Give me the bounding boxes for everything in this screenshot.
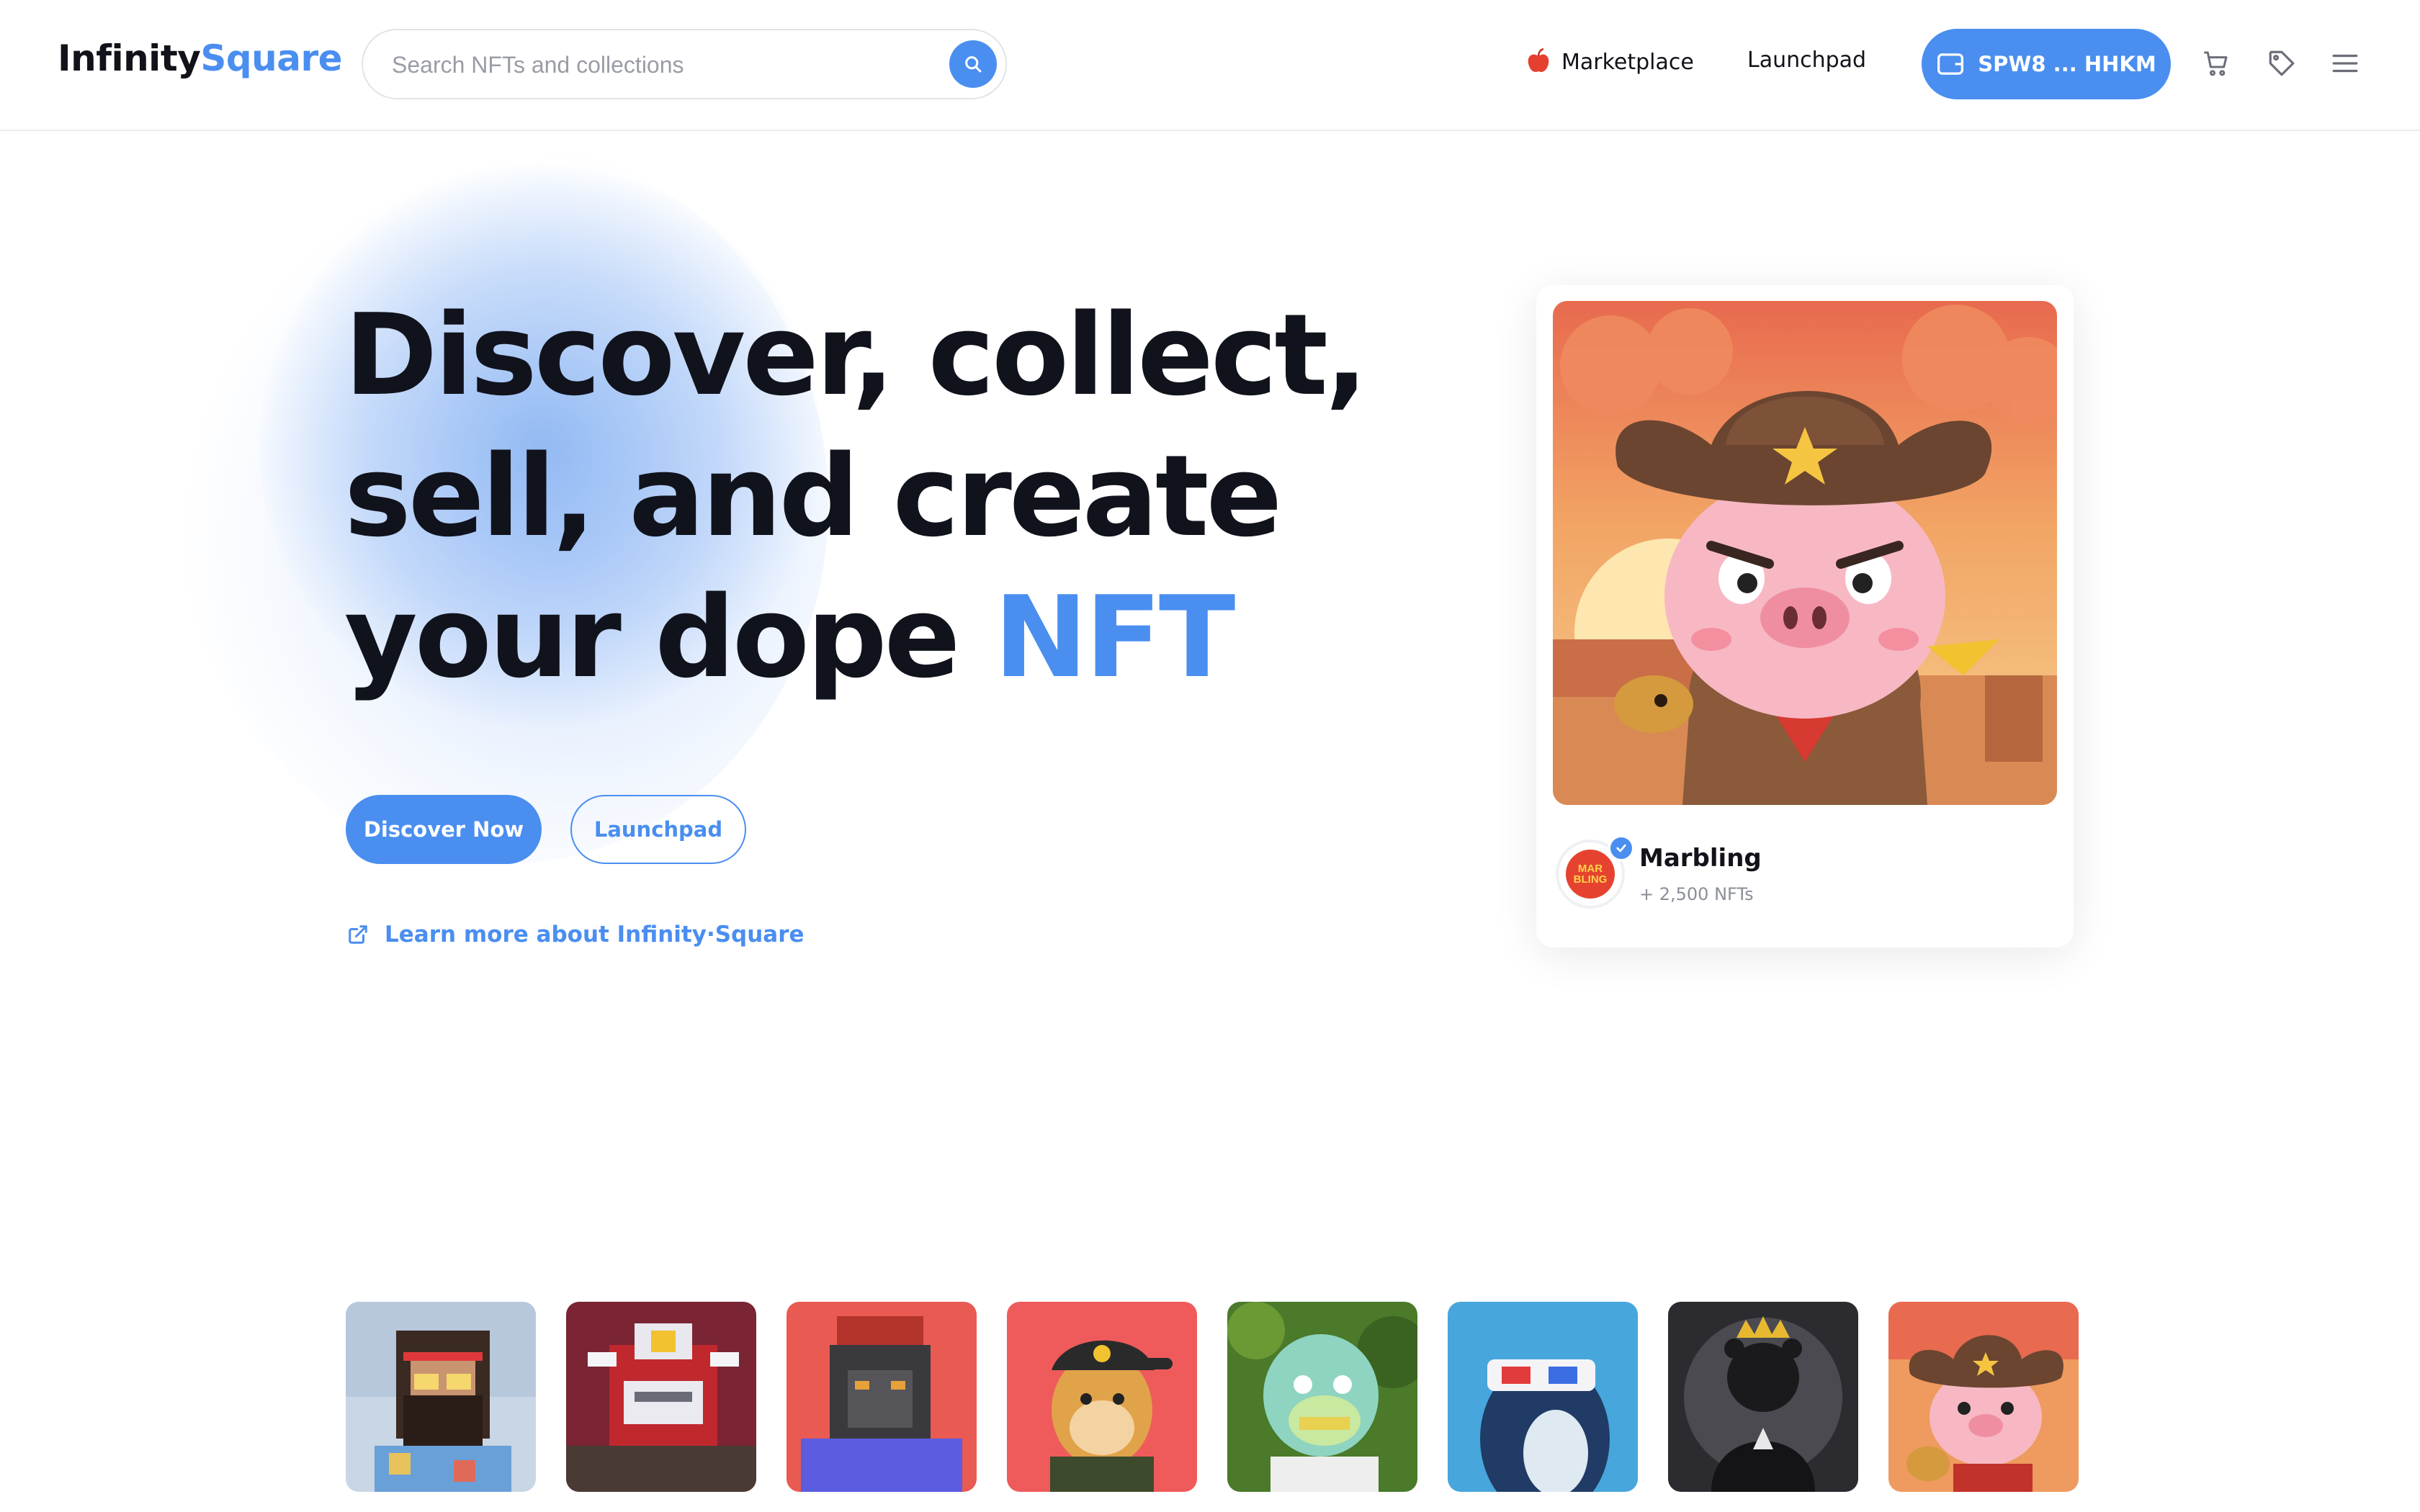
wallet-button[interactable]: SPW8 ... HHKM	[1922, 29, 2171, 99]
hero-line-2: sell, and create	[344, 431, 1282, 562]
featured-nft-image[interactable]	[1553, 301, 2057, 805]
hero-line-3: your dope	[344, 572, 994, 703]
collection-logo: MAR BLING	[1566, 850, 1615, 899]
menu-button[interactable]	[2328, 46, 2362, 81]
launchpad-button[interactable]: Launchpad	[570, 795, 746, 864]
tag-button[interactable]	[2264, 46, 2299, 81]
tag-icon	[2269, 50, 2295, 76]
discover-now-button[interactable]: Discover Now	[346, 795, 542, 864]
collection-nft-count: + 2,500 NFTs	[1639, 884, 1754, 904]
search-bar	[362, 29, 1007, 99]
cart-button[interactable]	[2199, 46, 2233, 81]
thumbnail-3[interactable]	[786, 1302, 977, 1492]
nav-marketplace-label: Marketplace	[1561, 49, 1694, 75]
thumbnail-4[interactable]	[1007, 1302, 1197, 1492]
nav-marketplace[interactable]: Marketplace	[1525, 48, 1694, 76]
logo-part-2: Square	[200, 37, 343, 79]
thumbnail-5[interactable]	[1227, 1302, 1417, 1492]
search-icon	[965, 56, 982, 73]
site-logo[interactable]: InfinitySquare	[58, 37, 343, 79]
hero-accent-nft: NFT	[993, 572, 1236, 703]
wallet-address: SPW8 ... HHKM	[1978, 52, 2156, 76]
thumbnail-2[interactable]	[566, 1302, 756, 1492]
top-header: InfinitySquare Marketplace Launchpad SPW…	[0, 0, 2420, 131]
verified-badge-icon	[1608, 835, 1634, 861]
hero-title: Discover, collect, sell, and create your…	[344, 284, 1368, 708]
search-button[interactable]	[949, 40, 997, 88]
collection-name[interactable]: Marbling	[1639, 844, 1762, 873]
learn-more-label: Learn more about Infinity·Square	[385, 922, 805, 948]
learn-more-link[interactable]: Learn more about Infinity·Square	[347, 922, 805, 948]
hero-line-1: Discover, collect,	[344, 289, 1368, 420]
wallet-icon	[1937, 53, 1964, 75]
thumbnail-1[interactable]	[346, 1302, 536, 1492]
external-link-icon	[349, 925, 367, 944]
apple-icon	[1528, 48, 1549, 72]
nav-launchpad[interactable]: Launchpad	[1747, 48, 1866, 73]
cart-icon	[2204, 51, 2228, 76]
menu-icon	[2332, 54, 2358, 73]
thumbnail-8[interactable]	[1888, 1302, 2079, 1492]
logo-part-1: Infinity	[58, 37, 201, 79]
featured-collection-card[interactable]: MAR BLING Marbling + 2,500 NFTs	[1536, 285, 2074, 948]
search-input[interactable]	[390, 45, 926, 85]
thumbnail-6[interactable]	[1448, 1302, 1638, 1492]
collection-logo-text: MAR BLING	[1573, 863, 1608, 886]
thumbnail-7[interactable]	[1668, 1302, 1858, 1492]
